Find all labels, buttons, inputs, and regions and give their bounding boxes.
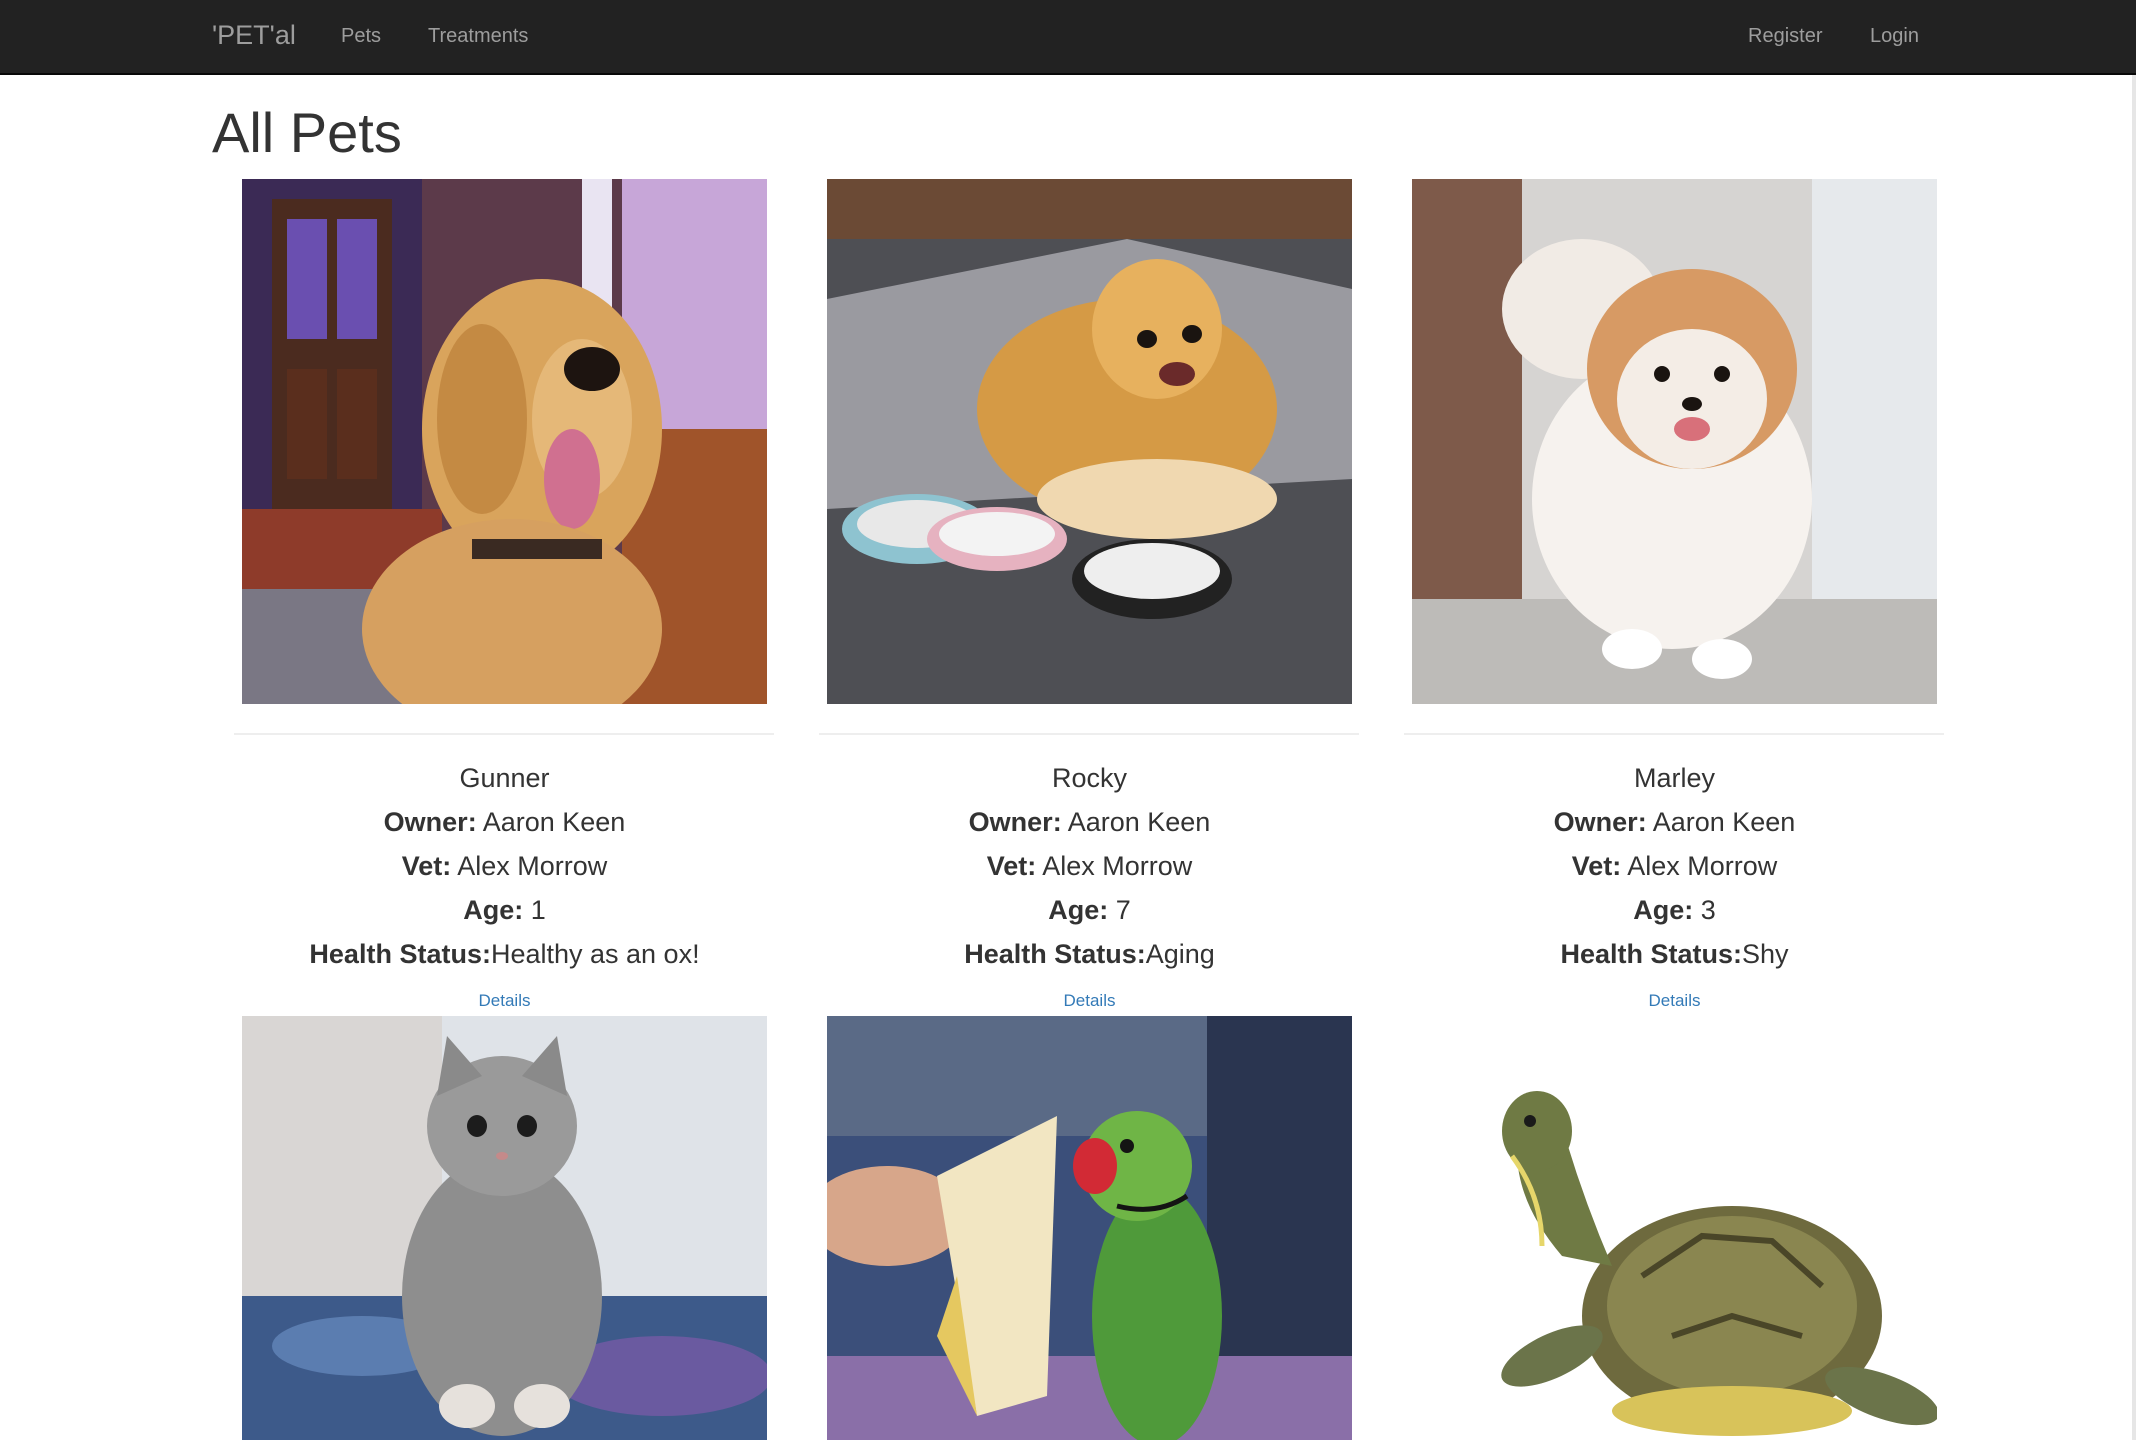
pet-photo-rocky[interactable] — [827, 179, 1352, 704]
nav-link-login[interactable]: Login — [1870, 25, 1919, 48]
pet-name: Gunner — [459, 763, 550, 793]
pet-photo-kitten[interactable] — [242, 1016, 767, 1440]
age-value: 1 — [530, 895, 546, 925]
pet-age: Age: 3 — [1382, 895, 1967, 926]
pet-owner: Owner: Aaron Keen — [1382, 807, 1967, 838]
age-value: 7 — [1115, 895, 1131, 925]
nav-link-treatments[interactable]: Treatments — [428, 25, 528, 48]
top-navbar: 'PET'al Pets Treatments Register Login — [0, 0, 2136, 75]
health-label: Health Status: — [964, 939, 1146, 969]
details-link-rocky[interactable]: Details — [797, 991, 1382, 1011]
pet-owner: Owner: Aaron Keen — [797, 807, 1382, 838]
age-label: Age: — [1048, 895, 1109, 925]
pet-health-status: Health Status:Healthy as an ox! — [212, 939, 797, 970]
vet-label: Vet: — [1571, 851, 1622, 881]
pet-age: Age: 1 — [212, 895, 797, 926]
white-pomeranian-photo-icon — [1412, 179, 1937, 704]
vet-value: Alex Morrow — [1042, 851, 1193, 881]
owner-label: Owner: — [968, 807, 1062, 837]
parrot-with-banana-photo-icon — [827, 1016, 1352, 1440]
page-title: All Pets — [212, 101, 402, 164]
pet-name: Rocky — [1051, 763, 1127, 793]
owner-value: Aaron Keen — [1067, 807, 1211, 837]
vet-label: Vet: — [401, 851, 452, 881]
card-divider — [234, 733, 774, 735]
details-link-marley[interactable]: Details — [1382, 991, 1967, 1011]
pet-photo-gunner[interactable] — [242, 179, 767, 704]
nav-link-register[interactable]: Register — [1748, 25, 1822, 48]
pet-photo-marley[interactable] — [1412, 179, 1937, 704]
health-value: Aging — [1145, 939, 1215, 969]
owner-label: Owner: — [383, 807, 477, 837]
brand-link[interactable]: 'PET'al — [212, 20, 296, 51]
health-value: Shy — [1742, 939, 1789, 969]
pet-vet: Vet: Alex Morrow — [797, 851, 1382, 882]
age-label: Age: — [463, 895, 524, 925]
pet-name: Marley — [1633, 763, 1715, 793]
vet-label: Vet: — [986, 851, 1037, 881]
pomeranian-with-bowls-photo-icon — [827, 179, 1352, 704]
details-link-gunner[interactable]: Details — [212, 991, 797, 1011]
owner-value: Aaron Keen — [482, 807, 626, 837]
pet-photo-turtle[interactable] — [1412, 1016, 1937, 1440]
pet-health-status: Health Status:Shy — [1382, 939, 1967, 970]
pet-health-status: Health Status:Aging — [797, 939, 1382, 970]
page-scrollbar[interactable] — [2132, 75, 2136, 1440]
pet-owner: Owner: Aaron Keen — [212, 807, 797, 838]
health-value: Healthy as an ox! — [490, 939, 700, 969]
age-label: Age: — [1633, 895, 1694, 925]
pet-vet: Vet: Alex Morrow — [212, 851, 797, 882]
owner-value: Aaron Keen — [1652, 807, 1796, 837]
card-divider — [1404, 733, 1944, 735]
pet-age: Age: 7 — [797, 895, 1382, 926]
health-label: Health Status: — [309, 939, 491, 969]
nav-link-pets[interactable]: Pets — [341, 25, 381, 48]
owner-label: Owner: — [1553, 807, 1647, 837]
tabby-kitten-photo-icon — [242, 1016, 767, 1440]
turtle-photo-icon — [1412, 1016, 1937, 1440]
health-label: Health Status: — [1560, 939, 1742, 969]
pet-vet: Vet: Alex Morrow — [1382, 851, 1967, 882]
pet-photo-parrot[interactable] — [827, 1016, 1352, 1440]
golden-retriever-photo-icon — [242, 179, 767, 704]
vet-value: Alex Morrow — [1627, 851, 1778, 881]
vet-value: Alex Morrow — [457, 851, 608, 881]
age-value: 3 — [1700, 895, 1716, 925]
card-divider — [819, 733, 1359, 735]
